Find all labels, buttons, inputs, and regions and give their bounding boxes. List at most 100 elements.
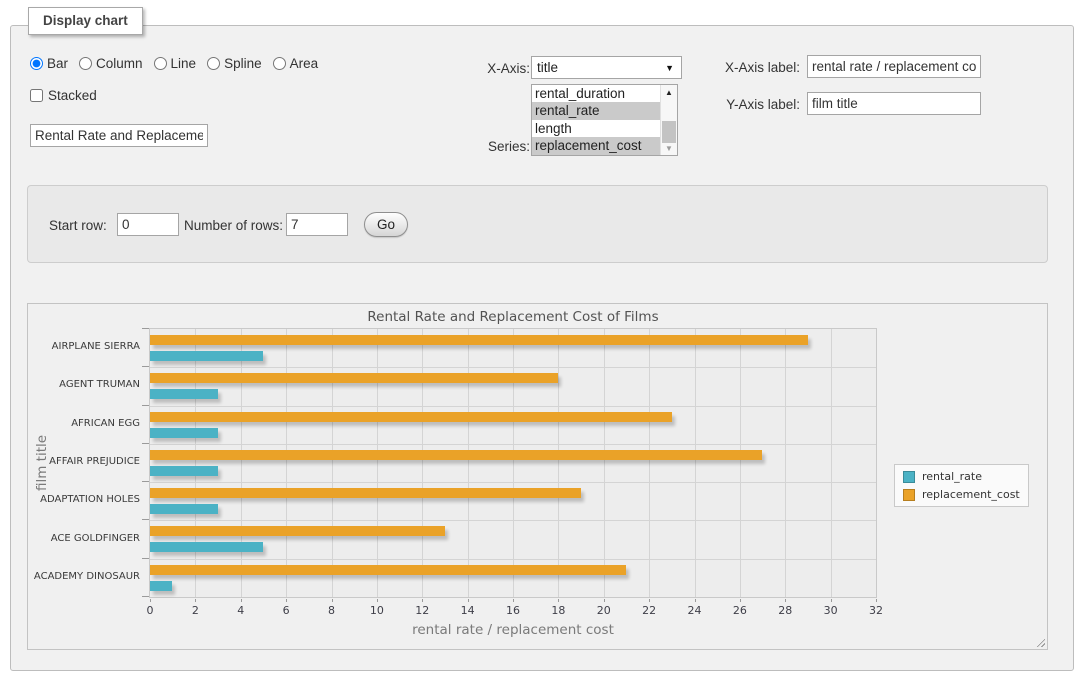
series-option-rental_duration[interactable]: rental_duration — [532, 85, 660, 102]
y-category-label: ACE GOLDFINGER — [28, 533, 140, 544]
legend-label: replacement_cost — [922, 488, 1020, 501]
gridline-vertical — [649, 329, 650, 597]
bar-rental_rate — [150, 351, 263, 361]
series-option-replacement_cost[interactable]: replacement_cost — [532, 137, 660, 154]
start-row-input[interactable] — [117, 213, 179, 236]
chart-container: Rental Rate and Replacement Cost of Film… — [27, 303, 1048, 650]
y-tick-mark — [142, 481, 149, 482]
resize-handle-icon[interactable] — [1034, 636, 1045, 647]
x-axis-select-label: X-Axis: — [440, 61, 530, 76]
chart-type-radio-bar[interactable] — [30, 57, 43, 70]
x-tick-label: 26 — [733, 604, 747, 617]
x-axis-label-input[interactable] — [807, 55, 981, 78]
gridline-vertical — [831, 329, 832, 597]
gridline-horizontal — [150, 444, 876, 445]
x-axis-selected-value: title — [537, 60, 558, 75]
x-tick-label: 2 — [192, 604, 199, 617]
series-listbox[interactable]: rental_durationrental_ratelengthreplacem… — [531, 84, 678, 156]
chart-title-input[interactable] — [30, 124, 208, 147]
chart-type-option-spline[interactable]: Spline — [207, 56, 262, 71]
chart-type-radio-label: Area — [290, 56, 319, 71]
series-option-length[interactable]: length — [532, 120, 660, 137]
gridline-vertical — [740, 329, 741, 597]
x-tick-label: 32 — [869, 604, 883, 617]
gridline-vertical — [422, 329, 423, 597]
stacked-checkbox-row[interactable]: Stacked — [30, 88, 97, 103]
gridline-horizontal — [150, 482, 876, 483]
series-scrollbar[interactable]: ▲ ▼ — [660, 85, 677, 155]
x-tick-mark — [286, 599, 287, 602]
bar-replacement_cost — [150, 565, 626, 575]
chart-type-radio-label: Line — [171, 56, 197, 71]
y-tick-mark — [142, 558, 149, 559]
legend-entry-replacement_cost: replacement_cost — [903, 488, 1020, 501]
x-tick-mark — [468, 599, 469, 602]
gridline-vertical — [785, 329, 786, 597]
chart-legend: rental_rate replacement_cost — [894, 464, 1029, 507]
gridline-vertical — [332, 329, 333, 597]
bar-rental_rate — [150, 389, 218, 399]
legend-entry-rental_rate: rental_rate — [903, 470, 1020, 483]
gridline-vertical — [468, 329, 469, 597]
fieldset-legend: Display chart — [28, 7, 143, 35]
x-tick-label: 22 — [642, 604, 656, 617]
x-tick-mark — [513, 599, 514, 602]
x-tick-label: 14 — [461, 604, 475, 617]
x-tick-label: 12 — [415, 604, 429, 617]
x-tick-mark — [649, 599, 650, 602]
chart-type-radio-line[interactable] — [154, 57, 167, 70]
chart-type-option-column[interactable]: Column — [79, 56, 143, 71]
number-of-rows-label: Number of rows: — [184, 218, 283, 233]
x-tick-label: 24 — [688, 604, 702, 617]
gridline-horizontal — [150, 559, 876, 560]
chart-type-option-bar[interactable]: Bar — [30, 56, 68, 71]
x-tick-label: 16 — [506, 604, 520, 617]
page: Display chart Bar Column Line Spline Area St… — [0, 0, 1081, 681]
stacked-checkbox[interactable] — [30, 89, 43, 102]
scroll-up-icon[interactable]: ▲ — [661, 85, 677, 99]
chart-type-radio-spline[interactable] — [207, 57, 220, 70]
legend-label: rental_rate — [922, 470, 982, 483]
y-category-label: AFFAIR PREJUDICE — [28, 456, 140, 467]
x-tick-mark — [604, 599, 605, 602]
y-axis-label-label: Y-Axis label: — [705, 97, 800, 112]
chart-type-option-line[interactable]: Line — [154, 56, 197, 71]
bar-replacement_cost — [150, 450, 762, 460]
gridline-vertical — [286, 329, 287, 597]
x-tick-mark — [558, 599, 559, 602]
x-tick-mark — [377, 599, 378, 602]
x-tick-mark — [150, 599, 151, 602]
bar-rental_rate — [150, 466, 218, 476]
x-tick-mark — [831, 599, 832, 602]
x-tick-mark — [785, 599, 786, 602]
y-category-label: AFRICAN EGG — [28, 418, 140, 429]
series-option-rental_rate[interactable]: rental_rate — [532, 102, 660, 119]
x-tick-mark — [241, 599, 242, 602]
x-axis-select[interactable]: title ▼ — [531, 56, 682, 79]
x-tick-label: 4 — [237, 604, 244, 617]
scrollbar-thumb[interactable] — [662, 121, 676, 143]
y-category-label: AGENT TRUMAN — [28, 379, 140, 390]
x-tick-label: 6 — [283, 604, 290, 617]
y-tick-mark — [142, 519, 149, 520]
x-tick-mark — [740, 599, 741, 602]
scroll-down-icon[interactable]: ▼ — [661, 141, 677, 155]
number-of-rows-input[interactable] — [286, 213, 348, 236]
legend-swatch-icon — [903, 489, 915, 501]
y-category-label: ADAPTATION HOLES — [28, 494, 140, 505]
y-axis-label-input[interactable] — [807, 92, 981, 115]
chart-type-radio-label: Bar — [47, 56, 68, 71]
x-tick-mark — [422, 599, 423, 602]
go-button[interactable]: Go — [364, 212, 408, 237]
bar-replacement_cost — [150, 526, 445, 536]
y-tick-mark — [142, 443, 149, 444]
x-tick-mark — [332, 599, 333, 602]
y-tick-mark — [142, 328, 149, 329]
series-list-label: Series: — [440, 139, 530, 154]
chart-type-option-area[interactable]: Area — [273, 56, 319, 71]
chart-type-radio-column[interactable] — [79, 57, 92, 70]
chart-type-radio-area[interactable] — [273, 57, 286, 70]
gridline-vertical — [604, 329, 605, 597]
x-tick-label: 20 — [597, 604, 611, 617]
plot-area — [149, 328, 877, 598]
